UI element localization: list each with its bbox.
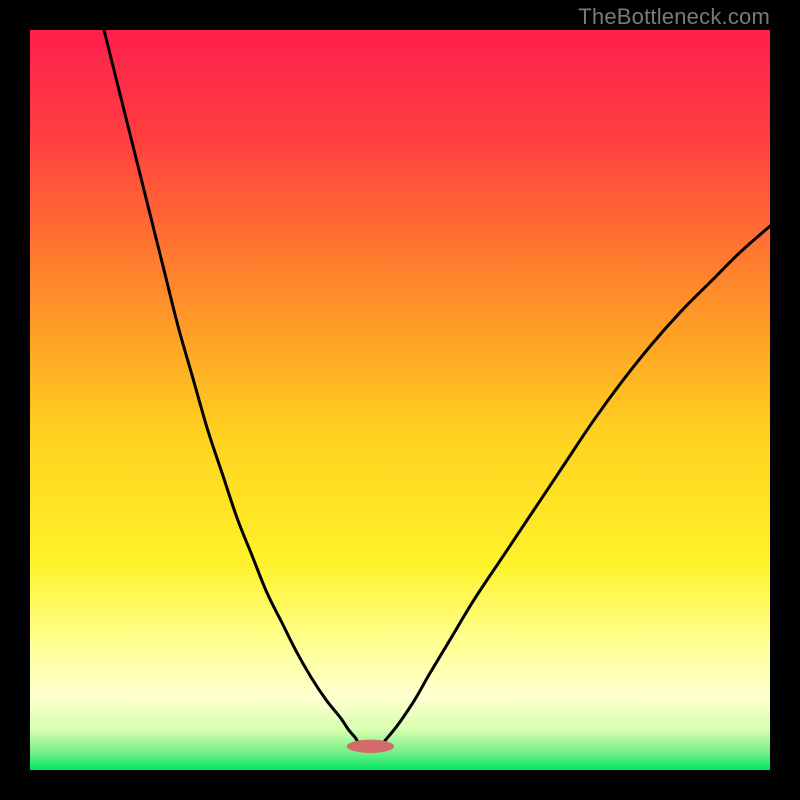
chart-frame xyxy=(30,30,770,770)
watermark: TheBottleneck.com xyxy=(578,4,770,30)
gradient-background xyxy=(30,30,770,770)
valley-marker xyxy=(347,740,394,753)
chart-plot xyxy=(30,30,770,770)
